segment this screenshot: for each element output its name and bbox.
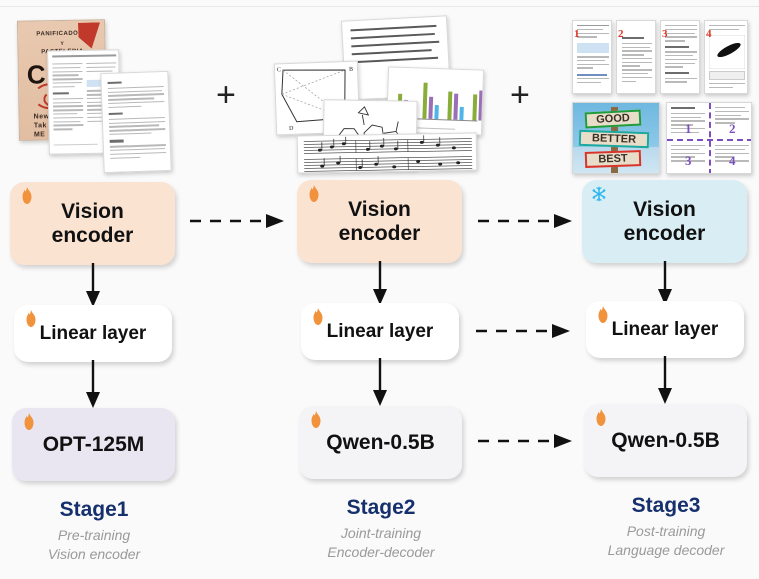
stage2-llm-box[interactable]: Qwen-0.5B <box>299 406 462 479</box>
stage3-vision-encoder-label: Vision encoder <box>624 198 706 245</box>
label-line-2: encoder <box>338 221 421 245</box>
snowflake-icon <box>592 186 606 202</box>
stage3-linear-layer-box[interactable]: Linear layer <box>586 301 744 358</box>
flame-icon <box>596 409 606 426</box>
stage1-llm-label: OPT-125M <box>42 432 145 456</box>
stage3-title: Stage3 <box>631 494 701 517</box>
linear-transfer-arrow-2to3 <box>476 324 570 338</box>
stage3-llm-label: Qwen-0.5B <box>611 428 720 452</box>
page-number-badge-2: 2 <box>618 28 624 40</box>
stage2-llm-label: Qwen-0.5B <box>326 430 435 454</box>
encoder-transfer-arrow-1to2 <box>190 214 284 228</box>
stage1-subtitle-line-2: Vision encoder <box>47 545 141 562</box>
stage1-linear-to-llm-arrow <box>86 360 100 408</box>
stage1-vision-encoder-box[interactable]: Vision encoder <box>10 182 175 265</box>
stage3-linear-layer-label: Linear layer <box>611 318 719 340</box>
stage3-subtitle-line-2: Language decoder <box>607 541 725 558</box>
thumb-sheet-music <box>296 132 478 174</box>
llm-transfer-arrow-2to3 <box>478 434 572 448</box>
flame-icon <box>22 187 32 204</box>
sign-label-good: GOOD <box>584 109 642 129</box>
stage2-subtitle-line-2: Encoder-decoder <box>327 543 435 560</box>
stage2-caption: Stage2 Joint-training Encoder-decoder <box>295 496 467 562</box>
scatter-plot-icon <box>709 35 745 69</box>
label-line-1: Vision <box>633 197 696 221</box>
quadrant-divider-horizontal <box>667 139 751 141</box>
sign-label-better: BETTER <box>578 129 650 149</box>
sign-label-best: BEST <box>584 150 642 168</box>
thumb-quadrant-page: 1 2 3 4 <box>666 102 752 174</box>
poster-foot-1: New <box>33 113 50 121</box>
label-line-1: Vision <box>61 199 124 223</box>
stage1-caption: Stage1 Pre-training Vision encoder <box>8 498 180 564</box>
svg-text:C: C <box>277 67 281 73</box>
label-line-2: encoder <box>51 223 134 247</box>
quadrant-number-2: 2 <box>729 121 736 136</box>
flame-icon <box>24 413 34 430</box>
quadrant-number-4: 4 <box>729 153 736 168</box>
thumb-cjk-page <box>100 70 172 174</box>
top-divider <box>0 6 759 7</box>
stage3-linear-to-llm-arrow <box>658 356 672 404</box>
stage3-subtitle-line-1: Post-training <box>626 523 706 539</box>
page-number-badge-4: 4 <box>706 28 712 40</box>
encoder-transfer-arrow-2to3 <box>478 214 572 228</box>
stage3-encoder-to-linear-arrow <box>658 261 672 305</box>
stage2-vision-encoder-label: Vision encoder <box>339 198 421 245</box>
stage1-llm-box[interactable]: OPT-125M <box>12 408 175 481</box>
stage3-llm-box[interactable]: Qwen-0.5B <box>584 404 747 477</box>
svg-text:B: B <box>349 67 353 73</box>
stage1-linear-layer-box[interactable]: Linear layer <box>14 305 172 362</box>
page-number-badge-1: 1 <box>574 28 580 40</box>
svg-text:D: D <box>289 126 294 132</box>
stage1-vision-encoder-label: Vision encoder <box>52 200 134 247</box>
plus-sign-2: + <box>510 76 530 114</box>
stage2-encoder-to-linear-arrow <box>373 261 387 305</box>
stage3-caption: Stage3 Post-training Language decoder <box>580 494 752 560</box>
stage1-subtitle-line-1: Pre-training <box>57 527 131 543</box>
quadrant-number-3: 3 <box>685 153 692 168</box>
stage3-data-collage: 1 2 3 4 GOOD BETTER BEST 1 2 3 4 <box>570 14 756 180</box>
plus-sign-1: + <box>216 76 236 114</box>
quadrant-number-1: 1 <box>685 121 692 136</box>
label-line-2: encoder <box>623 221 706 245</box>
stage1-encoder-to-linear-arrow <box>86 263 100 307</box>
label-line-1: Vision <box>348 197 411 221</box>
diagram-canvas: PANIFICADORA Y PASTELERIA CE New Tak ME <box>0 0 759 579</box>
stage2-vision-encoder-box[interactable]: Vision encoder <box>297 180 462 263</box>
stage2-data-collage: C B D <box>273 14 490 179</box>
flame-icon <box>313 308 323 325</box>
stage2-subtitle-line-1: Joint-training <box>340 525 422 541</box>
stage1-linear-layer-label: Linear layer <box>39 322 147 344</box>
stage2-linear-to-llm-arrow <box>373 358 387 406</box>
stage2-linear-layer-label: Linear layer <box>326 320 434 342</box>
stage1-title: Stage1 <box>59 498 129 521</box>
stage2-linear-layer-box[interactable]: Linear layer <box>301 303 459 360</box>
stage2-title: Stage2 <box>346 496 416 519</box>
flame-icon <box>309 185 319 202</box>
page-number-badge-3: 3 <box>662 28 668 40</box>
flame-icon <box>311 411 321 428</box>
poster-foot-3: ME <box>33 131 46 139</box>
thumb-good-better-best-sign: GOOD BETTER BEST <box>572 102 660 174</box>
music-staff-svg <box>303 135 473 172</box>
poster-foot-2: Tak <box>33 122 47 130</box>
flame-icon <box>598 306 608 323</box>
stage1-data-collage: PANIFICADORA Y PASTELERIA CE New Tak ME <box>10 14 190 174</box>
flame-icon <box>26 310 36 327</box>
stage3-vision-encoder-box[interactable]: Vision encoder <box>582 180 747 263</box>
